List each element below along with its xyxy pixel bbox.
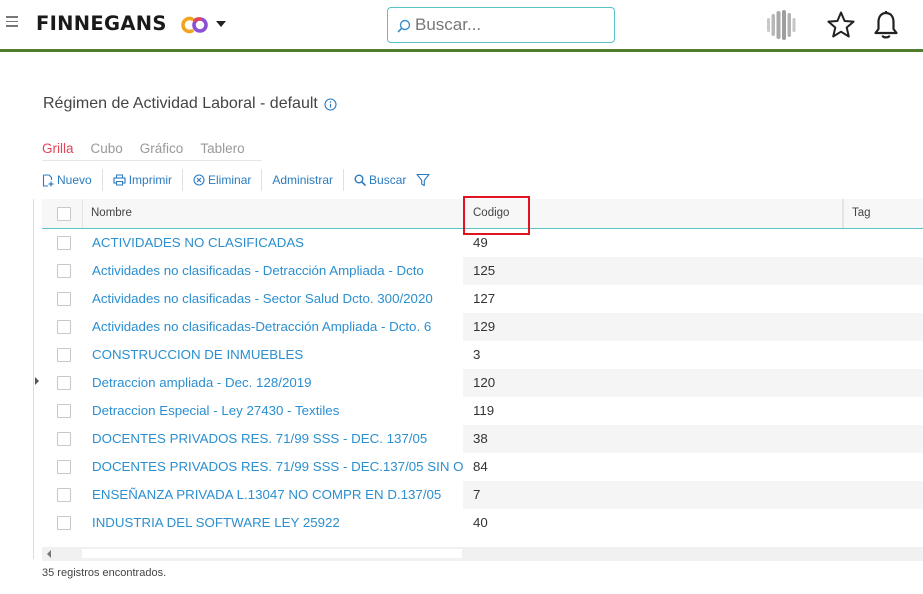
cell-codigo: 125 <box>473 263 496 278</box>
filter-button[interactable] <box>416 173 443 187</box>
chevron-down-icon[interactable] <box>216 21 226 27</box>
data-grid: Nombre Codigo Tag ACTIVIDADES NO CLASIFI… <box>42 199 923 547</box>
cell-codigo: 119 <box>473 403 495 418</box>
row-checkbox[interactable] <box>57 404 71 418</box>
select-all-checkbox[interactable] <box>57 207 71 221</box>
row-checkbox[interactable] <box>57 292 71 306</box>
toolbar-separator <box>343 169 345 191</box>
search-icon <box>354 174 366 186</box>
page-title-text: Régimen de Actividad Laboral - default <box>43 95 318 112</box>
cell-nombre[interactable]: DOCENTES PRIVADOS RES. 71/99 SSS - DEC.1… <box>92 453 464 481</box>
scrollbar-thumb[interactable] <box>82 549 462 558</box>
printer-icon <box>113 174 126 186</box>
bell-icon[interactable] <box>872 10 900 40</box>
cell-nombre[interactable]: Detraccion Especial - Ley 27430 - Textil… <box>92 397 464 425</box>
delete-button[interactable]: Eliminar <box>193 173 261 187</box>
search-button-label: Buscar <box>369 173 407 187</box>
cell-codigo: 38 <box>473 431 488 446</box>
print-button-label: Imprimir <box>128 173 173 187</box>
grid-toolbar: Nuevo Imprimir Eliminar Administrar Busc… <box>42 169 443 191</box>
row-checkbox[interactable] <box>57 236 71 250</box>
cell-nombre[interactable]: ENSEÑANZA PRIVADA L.13047 NO COMPR EN D.… <box>92 481 464 509</box>
search-icon <box>397 19 411 33</box>
cell-nombre[interactable]: CONSTRUCCION DE INMUEBLES <box>92 341 464 369</box>
column-header-nombre[interactable]: Nombre <box>83 199 465 228</box>
row-checkbox[interactable] <box>57 516 71 530</box>
tab-cubo[interactable]: Cubo <box>91 141 123 160</box>
search-input[interactable] <box>415 12 605 38</box>
scroll-left-icon[interactable] <box>47 550 51 558</box>
table-row[interactable]: Actividades no clasificadas-Detracción A… <box>42 313 923 341</box>
new-document-icon <box>42 173 54 187</box>
global-search[interactable] <box>387 7 615 43</box>
finnegans-logo-icon <box>181 16 208 34</box>
info-icon[interactable] <box>324 97 337 111</box>
logo-text[interactable]: FINNEGANS <box>36 12 167 35</box>
tab-grafico[interactable]: Gráfico <box>140 141 184 160</box>
row-checkbox[interactable] <box>57 348 71 362</box>
table-row[interactable]: Detraccion ampliada - Dec. 128/2019 120 <box>42 369 923 397</box>
table-row[interactable]: Actividades no clasificadas - Detracción… <box>42 257 923 285</box>
table-row[interactable]: DOCENTES PRIVADOS RES. 71/99 SSS - DEC.1… <box>42 453 923 481</box>
cell-nombre[interactable]: Actividades no clasificadas-Detracción A… <box>92 313 464 341</box>
cell-codigo: 129 <box>473 319 496 334</box>
star-icon[interactable] <box>826 10 856 40</box>
row-checkbox[interactable] <box>57 376 71 390</box>
row-checkbox[interactable] <box>57 432 71 446</box>
topbar-divider <box>0 49 923 52</box>
table-row[interactable]: CONSTRUCCION DE INMUEBLES 3 <box>42 341 923 369</box>
toolbar-separator <box>101 169 103 191</box>
cell-codigo: 127 <box>473 291 496 306</box>
new-button[interactable]: Nuevo <box>42 173 102 187</box>
new-button-label: Nuevo <box>57 173 92 187</box>
cell-nombre[interactable]: INDUSTRIA DEL SOFTWARE LEY 25922 <box>92 509 464 537</box>
avatar-icon[interactable] <box>765 8 799 42</box>
view-tabs: Grilla Cubo Gráfico Tablero <box>42 141 262 161</box>
tab-grilla[interactable]: Grilla <box>42 141 74 160</box>
close-circle-icon <box>193 174 205 186</box>
horizontal-scrollbar[interactable] <box>42 547 923 561</box>
cell-nombre[interactable]: Actividades no clasificadas - Detracción… <box>92 257 464 285</box>
cell-codigo: 3 <box>473 347 481 362</box>
filter-icon <box>416 173 430 187</box>
cell-nombre[interactable]: Detraccion ampliada - Dec. 128/2019 <box>92 369 464 397</box>
table-row[interactable]: ENSEÑANZA PRIVADA L.13047 NO COMPR EN D.… <box>42 481 923 509</box>
cell-codigo: 120 <box>473 375 496 390</box>
table-row[interactable]: DOCENTES PRIVADOS RES. 71/99 SSS - DEC. … <box>42 425 923 453</box>
table-row[interactable]: Detraccion Especial - Ley 27430 - Textil… <box>42 397 923 425</box>
toolbar-separator <box>261 169 263 191</box>
cell-nombre[interactable]: DOCENTES PRIVADOS RES. 71/99 SSS - DEC. … <box>92 425 464 453</box>
table-row[interactable]: Actividades no clasificadas - Sector Sal… <box>42 285 923 313</box>
print-button[interactable]: Imprimir <box>113 173 182 187</box>
column-header-tag[interactable]: Tag <box>843 199 923 228</box>
search-button[interactable]: Buscar <box>354 173 416 187</box>
table-row[interactable]: INDUSTRIA DEL SOFTWARE LEY 25922 40 <box>42 509 923 537</box>
caret-right-icon[interactable] <box>35 377 39 385</box>
tab-tablero[interactable]: Tablero <box>200 141 244 160</box>
top-bar: FINNEGANS <box>0 0 923 50</box>
admin-button-label: Administrar <box>272 173 334 187</box>
codigo-highlight <box>463 196 530 235</box>
menu-icon[interactable] <box>6 16 18 28</box>
toolbar-separator <box>182 169 184 191</box>
admin-button[interactable]: Administrar <box>272 173 343 187</box>
header-select-cell <box>42 199 83 228</box>
cell-codigo: 84 <box>473 459 488 474</box>
row-checkbox[interactable] <box>57 488 71 502</box>
page-title: Régimen de Actividad Laboral - default <box>43 95 337 113</box>
row-checkbox[interactable] <box>57 264 71 278</box>
records-count: 35 registros encontrados. <box>42 567 167 579</box>
row-checkbox[interactable] <box>57 460 71 474</box>
delete-button-label: Eliminar <box>208 173 252 187</box>
cell-codigo: 7 <box>473 487 481 502</box>
grid-body: ACTIVIDADES NO CLASIFICADAS 49 Actividades… <box>42 229 923 537</box>
row-checkbox[interactable] <box>57 320 71 334</box>
cell-codigo: 40 <box>473 515 488 530</box>
cell-nombre[interactable]: ACTIVIDADES NO CLASIFICADAS <box>92 229 464 257</box>
left-rail <box>33 199 34 559</box>
cell-nombre[interactable]: Actividades no clasificadas - Sector Sal… <box>92 285 464 313</box>
